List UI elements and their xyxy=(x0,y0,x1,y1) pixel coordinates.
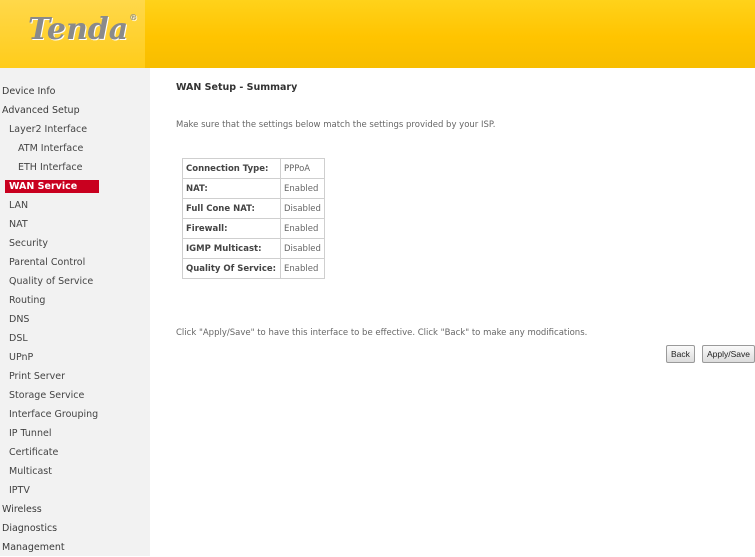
sidebar-item-label: DSL xyxy=(9,333,28,344)
summary-value: PPPoA xyxy=(280,158,325,179)
logo-text: Tenda xyxy=(28,12,129,47)
table-row: IGMP Multicast: Disabled xyxy=(182,238,325,259)
table-row: Quality Of Service: Enabled xyxy=(182,258,325,279)
sidebar-item-lan[interactable]: LAN xyxy=(0,196,150,215)
sidebar-item-label: LAN xyxy=(9,200,29,211)
summary-key: Connection Type: xyxy=(182,158,281,179)
sidebar: Device Info Advanced Setup Layer2 Interfac… xyxy=(0,68,150,556)
sidebar-item-nat[interactable]: NAT xyxy=(0,215,150,234)
summary-table: Connection Type: PPPoA NAT: Enabled Full Con… xyxy=(182,158,325,279)
sidebar-item-wan-service[interactable]: WAN Service xyxy=(0,177,150,196)
summary-key: IGMP Multicast: xyxy=(182,238,281,259)
sidebar-item-label: UPnP xyxy=(9,352,34,363)
sidebar-item-device-info[interactable]: Device Info xyxy=(0,82,150,101)
sidebar-item-label: Wireless xyxy=(2,504,42,515)
apply-save-button[interactable]: Apply/Save xyxy=(702,345,755,363)
sidebar-item-label: Layer2 Interface xyxy=(9,124,88,135)
page-title: WAN Setup - Summary xyxy=(176,82,298,93)
summary-value: Enabled xyxy=(280,178,325,199)
sidebar-item-label: Management xyxy=(2,542,65,553)
header-banner: Tenda® xyxy=(0,0,755,68)
sidebar-item-label: Certificate xyxy=(9,447,59,458)
sidebar-item-label: ETH Interface xyxy=(18,162,83,173)
apply-note: Click "Apply/Save" to have this interfac… xyxy=(176,328,588,338)
sidebar-item-certificate[interactable]: Certificate xyxy=(0,443,150,462)
summary-key: Quality Of Service: xyxy=(182,258,281,279)
sidebar-item-security[interactable]: Security xyxy=(0,234,150,253)
sidebar-item-label: Print Server xyxy=(9,371,66,382)
sidebar-item-interface-grouping[interactable]: Interface Grouping xyxy=(0,405,150,424)
sidebar-item-label: IP Tunnel xyxy=(9,428,52,439)
table-row: Firewall: Enabled xyxy=(182,218,325,239)
tenda-logo: Tenda® xyxy=(28,12,137,47)
sidebar-item-advanced-setup[interactable]: Advanced Setup xyxy=(0,101,150,120)
sidebar-item-label: Routing xyxy=(9,295,46,306)
sidebar-item-label: IPTV xyxy=(9,485,30,496)
logo-panel: Tenda® xyxy=(0,0,145,68)
sidebar-item-dsl[interactable]: DSL xyxy=(0,329,150,348)
registered-mark: ® xyxy=(129,12,138,22)
back-button[interactable]: Back xyxy=(666,345,695,363)
sidebar-item-label: Device Info xyxy=(2,86,56,97)
table-row: Full Cone NAT: Disabled xyxy=(182,198,325,219)
table-row: Connection Type: PPPoA xyxy=(182,158,325,179)
sidebar-item-management[interactable]: Management xyxy=(0,538,150,557)
summary-key: Firewall: xyxy=(182,218,281,239)
sidebar-item-atm-interface[interactable]: ATM Interface xyxy=(0,139,150,158)
sidebar-nav: Device Info Advanced Setup Layer2 Interfac… xyxy=(0,82,150,557)
sidebar-item-routing[interactable]: Routing xyxy=(0,291,150,310)
sidebar-item-parental-control[interactable]: Parental Control xyxy=(0,253,150,272)
sidebar-item-label: DNS xyxy=(9,314,30,325)
sidebar-item-label: Quality of Service xyxy=(9,276,94,287)
sidebar-item-label: NAT xyxy=(9,219,28,230)
summary-key: Full Cone NAT: xyxy=(182,198,281,219)
sidebar-item-label: WAN Service xyxy=(5,180,100,193)
sidebar-item-ip-tunnel[interactable]: IP Tunnel xyxy=(0,424,150,443)
sidebar-item-layer2-interface[interactable]: Layer2 Interface xyxy=(0,120,150,139)
sidebar-item-storage-service[interactable]: Storage Service xyxy=(0,386,150,405)
sidebar-item-upnp[interactable]: UPnP xyxy=(0,348,150,367)
sidebar-item-eth-interface[interactable]: ETH Interface xyxy=(0,158,150,177)
summary-value: Enabled xyxy=(280,218,325,239)
sidebar-item-label: Diagnostics xyxy=(2,523,58,534)
sidebar-item-dns[interactable]: DNS xyxy=(0,310,150,329)
intro-text: Make sure that the settings below match … xyxy=(176,120,496,130)
sidebar-item-label: Parental Control xyxy=(9,257,86,268)
sidebar-item-iptv[interactable]: IPTV xyxy=(0,481,150,500)
sidebar-item-label: ATM Interface xyxy=(18,143,84,154)
summary-key: NAT: xyxy=(182,178,281,199)
sidebar-item-label: Interface Grouping xyxy=(9,409,99,420)
sidebar-item-label: Security xyxy=(9,238,49,249)
summary-value: Disabled xyxy=(280,198,325,219)
sidebar-item-multicast[interactable]: Multicast xyxy=(0,462,150,481)
sidebar-item-label: Storage Service xyxy=(9,390,85,401)
sidebar-item-label: Advanced Setup xyxy=(2,105,80,116)
sidebar-item-diagnostics[interactable]: Diagnostics xyxy=(0,519,150,538)
sidebar-item-quality-of-service[interactable]: Quality of Service xyxy=(0,272,150,291)
sidebar-item-label: Multicast xyxy=(9,466,52,477)
sidebar-item-wireless[interactable]: Wireless xyxy=(0,500,150,519)
table-row: NAT: Enabled xyxy=(182,178,325,199)
summary-value: Disabled xyxy=(280,238,325,259)
sidebar-item-print-server[interactable]: Print Server xyxy=(0,367,150,386)
summary-value: Enabled xyxy=(280,258,325,279)
